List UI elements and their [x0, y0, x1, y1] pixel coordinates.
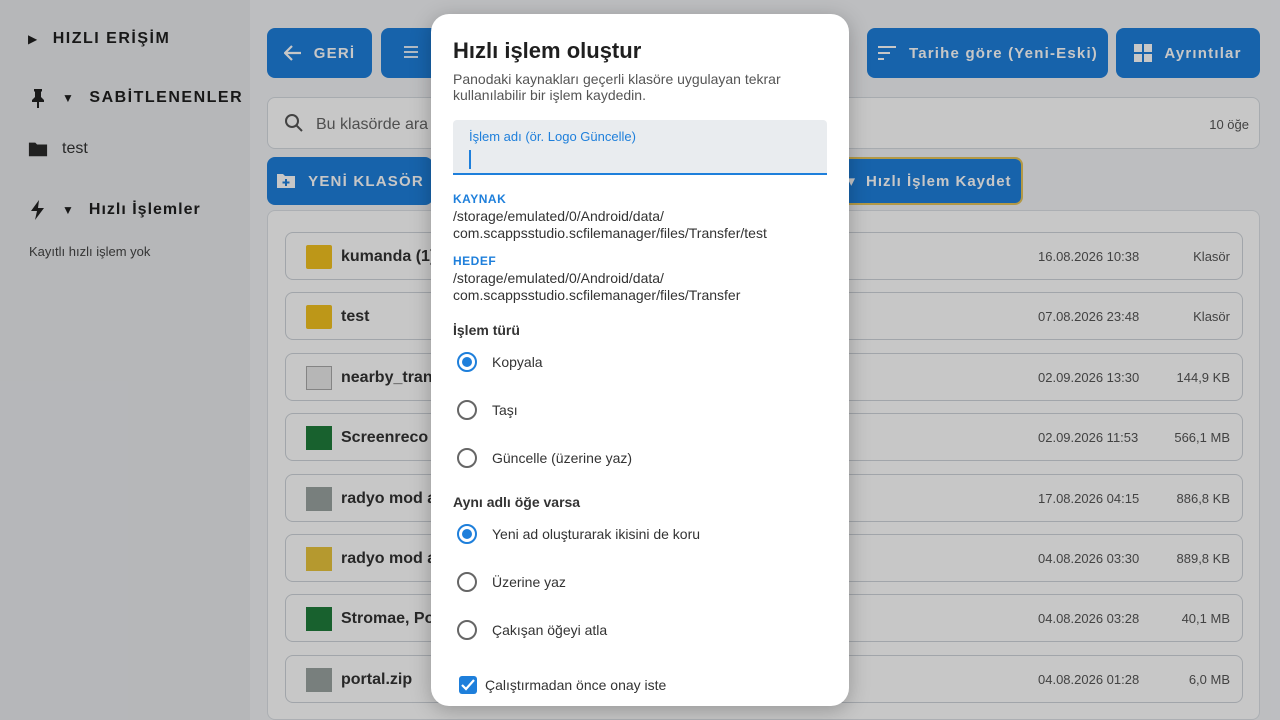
operation-name-label: İşlem adı (ör. Logo Güncelle) — [469, 129, 636, 144]
operation-type-title: İşlem türü — [453, 322, 520, 338]
target-label: HEDEF — [453, 254, 497, 268]
radio-unselected-icon — [457, 448, 477, 468]
dialog-title: Hızlı işlem oluştur — [453, 38, 642, 63]
quick-op-dialog: Hızlı işlem oluştur Panodaki kaynakları … — [431, 14, 849, 706]
conflict-title: Aynı adlı öğe varsa — [453, 494, 581, 510]
confirm-checkbox-row[interactable]: Çalıştırmadan önce onay iste — [459, 676, 666, 694]
operation-name-field[interactable]: İşlem adı (ör. Logo Güncelle) — [453, 120, 827, 175]
radio-unselected-icon — [457, 572, 477, 592]
checkbox-checked-icon[interactable] — [459, 676, 477, 694]
source-path-line-2: com.scappsstudio.scfilemanager/files/Tra… — [453, 225, 767, 241]
source-label: KAYNAK — [453, 192, 507, 206]
confirm-checkbox-label: Çalıştırmadan önce onay iste — [485, 677, 667, 693]
radio-move[interactable]: Taşı — [457, 400, 518, 420]
radio-unselected-icon — [457, 620, 477, 640]
dialog-description: Panodaki kaynakları geçerli klasöre uygu… — [453, 71, 781, 103]
radio-copy[interactable]: Kopyala — [457, 352, 543, 372]
radio-skip-label: Çakışan öğeyi atla — [492, 622, 608, 638]
radio-keep-both-label: Yeni ad oluşturarak ikisini de koru — [492, 526, 701, 542]
radio-update-label: Güncelle (üzerine yaz) — [492, 450, 633, 466]
source-path-line-1: /storage/emulated/0/Android/data/ — [453, 208, 664, 224]
target-path-line-1: /storage/emulated/0/Android/data/ — [453, 270, 664, 286]
target-path-line-2: com.scappsstudio.scfilemanager/files/Tra… — [453, 287, 741, 303]
radio-move-label: Taşı — [492, 402, 518, 418]
radio-keep-both[interactable]: Yeni ad oluşturarak ikisini de koru — [457, 524, 700, 544]
radio-overwrite-label: Üzerine yaz — [492, 574, 566, 590]
radio-copy-label: Kopyala — [492, 354, 543, 370]
radio-selected-icon — [457, 352, 477, 372]
radio-skip[interactable]: Çakışan öğeyi atla — [457, 620, 607, 640]
radio-overwrite[interactable]: Üzerine yaz — [457, 572, 566, 592]
radio-update[interactable]: Güncelle (üzerine yaz) — [457, 448, 632, 468]
radio-unselected-icon — [457, 400, 477, 420]
radio-selected-icon — [457, 524, 477, 544]
operation-name-input[interactable] — [471, 148, 811, 170]
